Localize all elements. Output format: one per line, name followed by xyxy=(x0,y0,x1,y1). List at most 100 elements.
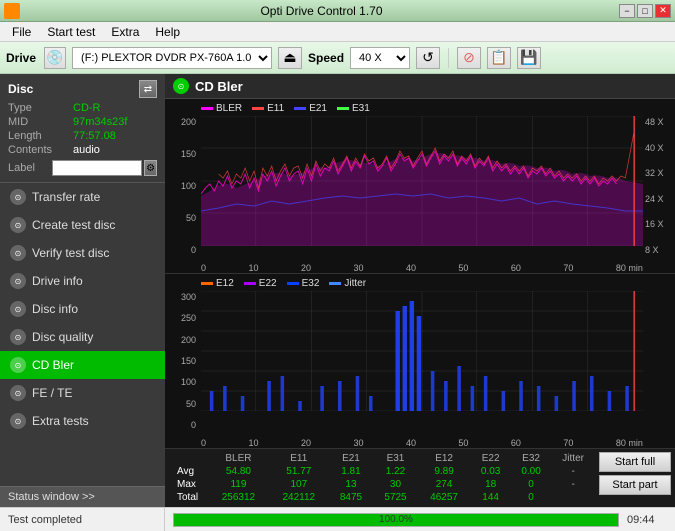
x2-10: 10 xyxy=(248,438,258,448)
max-e12: 274 xyxy=(418,478,471,491)
max-e11: 107 xyxy=(269,478,329,491)
sidebar: Disc ⇄ Type CD-R MID 97m34s23f Length 77… xyxy=(0,74,165,507)
status-window-label: Status window >> xyxy=(8,491,95,503)
y2-250: 250 xyxy=(181,313,196,323)
menu-bar: File Start test Extra Help xyxy=(0,22,675,42)
status-window-button[interactable]: Status window >> xyxy=(0,486,165,507)
total-jitter xyxy=(551,491,595,504)
chart-title: CD Bler xyxy=(195,79,243,94)
progress-area: 100.0% 09:44 xyxy=(165,508,675,531)
menu-start-test[interactable]: Start test xyxy=(39,23,103,41)
y1r-8: 8 X xyxy=(645,245,675,255)
total-e12: 46257 xyxy=(418,491,471,504)
erase-button[interactable]: ⊘ xyxy=(457,47,481,69)
nav-transfer-rate[interactable]: ⊙ Transfer rate xyxy=(0,183,165,211)
avg-e22: 0.03 xyxy=(470,465,510,478)
nav-create-test-disc-label: Create test disc xyxy=(32,218,115,232)
length-label: Length xyxy=(8,130,73,142)
y1r-40: 40 X xyxy=(645,143,675,153)
e21-label: E21 xyxy=(309,103,327,114)
x1-50: 50 xyxy=(458,263,468,273)
nav-create-test-disc[interactable]: ⊙ Create test disc xyxy=(0,211,165,239)
col-e11: E11 xyxy=(269,452,329,465)
save-button[interactable]: 💾 xyxy=(517,47,541,69)
x1-10: 10 xyxy=(248,263,258,273)
legend-jitter: Jitter xyxy=(329,278,366,289)
menu-help[interactable]: Help xyxy=(147,23,188,41)
disc-info-icon: ⊙ xyxy=(10,301,26,317)
total-e22: 144 xyxy=(470,491,510,504)
bler-color xyxy=(201,107,213,110)
col-e22: E22 xyxy=(470,452,510,465)
speed-select[interactable]: 40 X xyxy=(350,47,410,69)
disc-eject-button[interactable]: ⇄ xyxy=(139,80,157,98)
disc-title: Disc xyxy=(8,82,33,96)
window-title: Opti Drive Control 1.70 xyxy=(24,4,619,18)
y2-200: 200 xyxy=(181,335,196,345)
x2-0: 0 xyxy=(201,438,206,448)
nav-drive-info[interactable]: ⊙ Drive info xyxy=(0,267,165,295)
menu-extra[interactable]: Extra xyxy=(103,23,147,41)
copy-button[interactable]: 📋 xyxy=(487,47,511,69)
max-e21: 13 xyxy=(329,478,374,491)
y1-label-50: 50 xyxy=(186,213,196,223)
drive-select[interactable]: (F:) PLEXTOR DVDR PX-760A 1.07 xyxy=(72,47,272,69)
create-test-disc-icon: ⊙ xyxy=(10,217,26,233)
label-input[interactable] xyxy=(52,160,142,176)
transfer-rate-icon: ⊙ xyxy=(10,189,26,205)
x2-50: 50 xyxy=(458,438,468,448)
maximize-button[interactable]: □ xyxy=(637,4,653,18)
col-bler: BLER xyxy=(208,452,269,465)
disc-panel: Disc ⇄ Type CD-R MID 97m34s23f Length 77… xyxy=(0,74,165,183)
x2-70: 70 xyxy=(563,438,573,448)
chart1: BLER E11 E21 E31 xyxy=(165,99,675,273)
progress-bar: 100.0% xyxy=(173,513,619,527)
total-bler: 256312 xyxy=(208,491,269,504)
nav-cd-bler[interactable]: ⊙ CD Bler xyxy=(0,351,165,379)
e12-color xyxy=(201,282,213,285)
y1-label-150: 150 xyxy=(181,149,196,159)
minimize-button[interactable]: − xyxy=(619,4,635,18)
extra-tests-icon: ⊙ xyxy=(10,413,26,429)
avg-e32: 0.00 xyxy=(511,465,551,478)
y1-label-0: 0 xyxy=(191,245,196,255)
chart-header: ⊙ CD Bler xyxy=(165,74,675,99)
drive-info-icon: ⊙ xyxy=(10,273,26,289)
y1r-48: 48 X xyxy=(645,117,675,127)
status-bar: Test completed 100.0% 09:44 xyxy=(0,507,675,531)
stats-table: BLER E11 E21 E31 E12 E22 E32 Jitter Avg … xyxy=(173,452,595,504)
disc-quality-icon: ⊙ xyxy=(10,329,26,345)
start-full-button[interactable]: Start full xyxy=(599,452,671,472)
nav-extra-tests[interactable]: ⊙ Extra tests xyxy=(0,407,165,435)
type-value: CD-R xyxy=(73,102,101,114)
nav-verify-test-disc[interactable]: ⊙ Verify test disc xyxy=(0,239,165,267)
nav-disc-info[interactable]: ⊙ Disc info xyxy=(0,295,165,323)
eject-button[interactable]: ⏏ xyxy=(278,47,302,69)
nav-disc-quality[interactable]: ⊙ Disc quality xyxy=(0,323,165,351)
avg-jitter: - xyxy=(551,465,595,478)
avg-e11: 51.77 xyxy=(269,465,329,478)
label-settings-button[interactable]: ⚙ xyxy=(144,160,157,176)
e31-label: E31 xyxy=(352,103,370,114)
close-button[interactable]: ✕ xyxy=(655,4,671,18)
nav-fe-te[interactable]: ⊙ FE / TE xyxy=(0,379,165,407)
menu-file[interactable]: File xyxy=(4,23,39,41)
e21-color xyxy=(294,107,306,110)
stats-row-total: Total 256312 242112 8475 5725 46257 144 … xyxy=(173,491,595,504)
y1r-24: 24 X xyxy=(645,194,675,204)
legend-e31: E31 xyxy=(337,103,370,114)
refresh-button[interactable]: ↺ xyxy=(416,47,440,69)
drive-label: Drive xyxy=(6,51,36,65)
legend-e32: E32 xyxy=(287,278,320,289)
y2-0: 0 xyxy=(191,420,196,430)
nav-drive-info-label: Drive info xyxy=(32,274,83,288)
start-part-button[interactable]: Start part xyxy=(599,475,671,495)
total-e11: 242112 xyxy=(269,491,329,504)
stats-row-max: Max 119 107 13 30 274 18 0 - xyxy=(173,478,595,491)
x1-70: 70 xyxy=(563,263,573,273)
max-e32: 0 xyxy=(511,478,551,491)
avg-e21: 1.81 xyxy=(329,465,374,478)
e32-color xyxy=(287,282,299,285)
e11-color xyxy=(252,107,264,110)
e31-color xyxy=(337,107,349,110)
